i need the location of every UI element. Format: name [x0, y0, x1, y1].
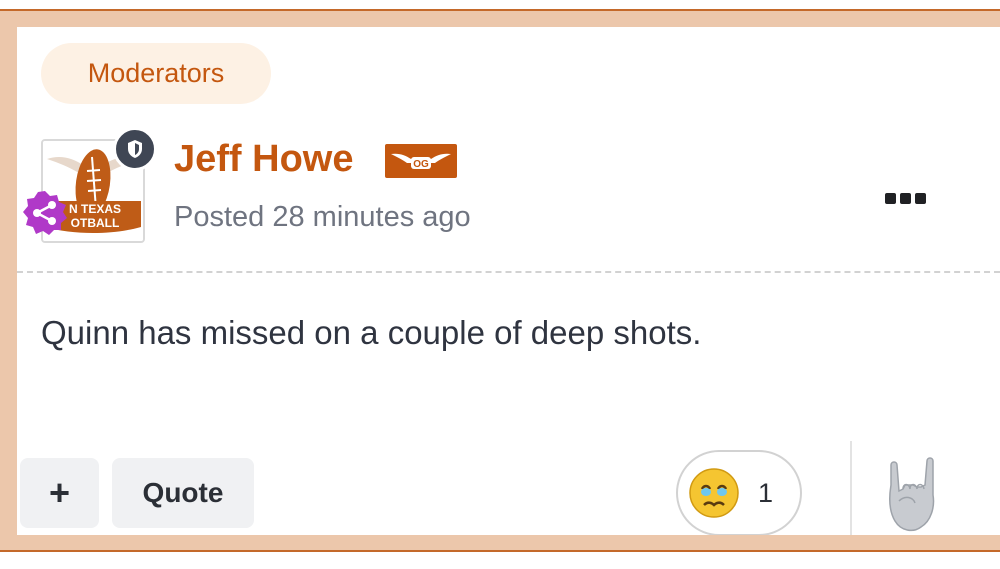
more-dot [885, 192, 896, 204]
share-badge-icon [23, 191, 67, 235]
divider [850, 441, 852, 535]
avatar-text-1: N TEXAS [69, 202, 121, 216]
post-timestamp[interactable]: Posted 28 minutes ago [174, 198, 471, 236]
more-dot [900, 192, 911, 204]
reaction-count: 1 [758, 477, 774, 508]
og-badge-text: OG [413, 159, 429, 170]
post-body: Quinn has missed on a couple of deep sho… [41, 314, 702, 351]
moderator-shield-icon [113, 127, 157, 171]
more-dot [915, 192, 926, 204]
author-name[interactable]: Jeff Howe [174, 135, 353, 183]
reaction-pill[interactable]: 1 [676, 450, 802, 535]
og-longhorn-badge-icon: OG [385, 144, 457, 178]
author-avatar-container[interactable]: N TEXAS OTBALL [23, 127, 157, 243]
rock-on-hand-icon[interactable] [883, 455, 943, 535]
add-button[interactable]: + [20, 458, 99, 528]
group-badge: Moderators [41, 43, 271, 104]
divider [17, 271, 1000, 273]
more-options-button[interactable] [885, 188, 929, 208]
quote-button[interactable]: Quote [112, 458, 254, 528]
post-card: Moderators N TEXAS OTBALL Jeff Howe OG P… [17, 27, 1000, 535]
crying-face-icon [689, 468, 739, 518]
avatar-text-2: OTBALL [71, 216, 120, 230]
